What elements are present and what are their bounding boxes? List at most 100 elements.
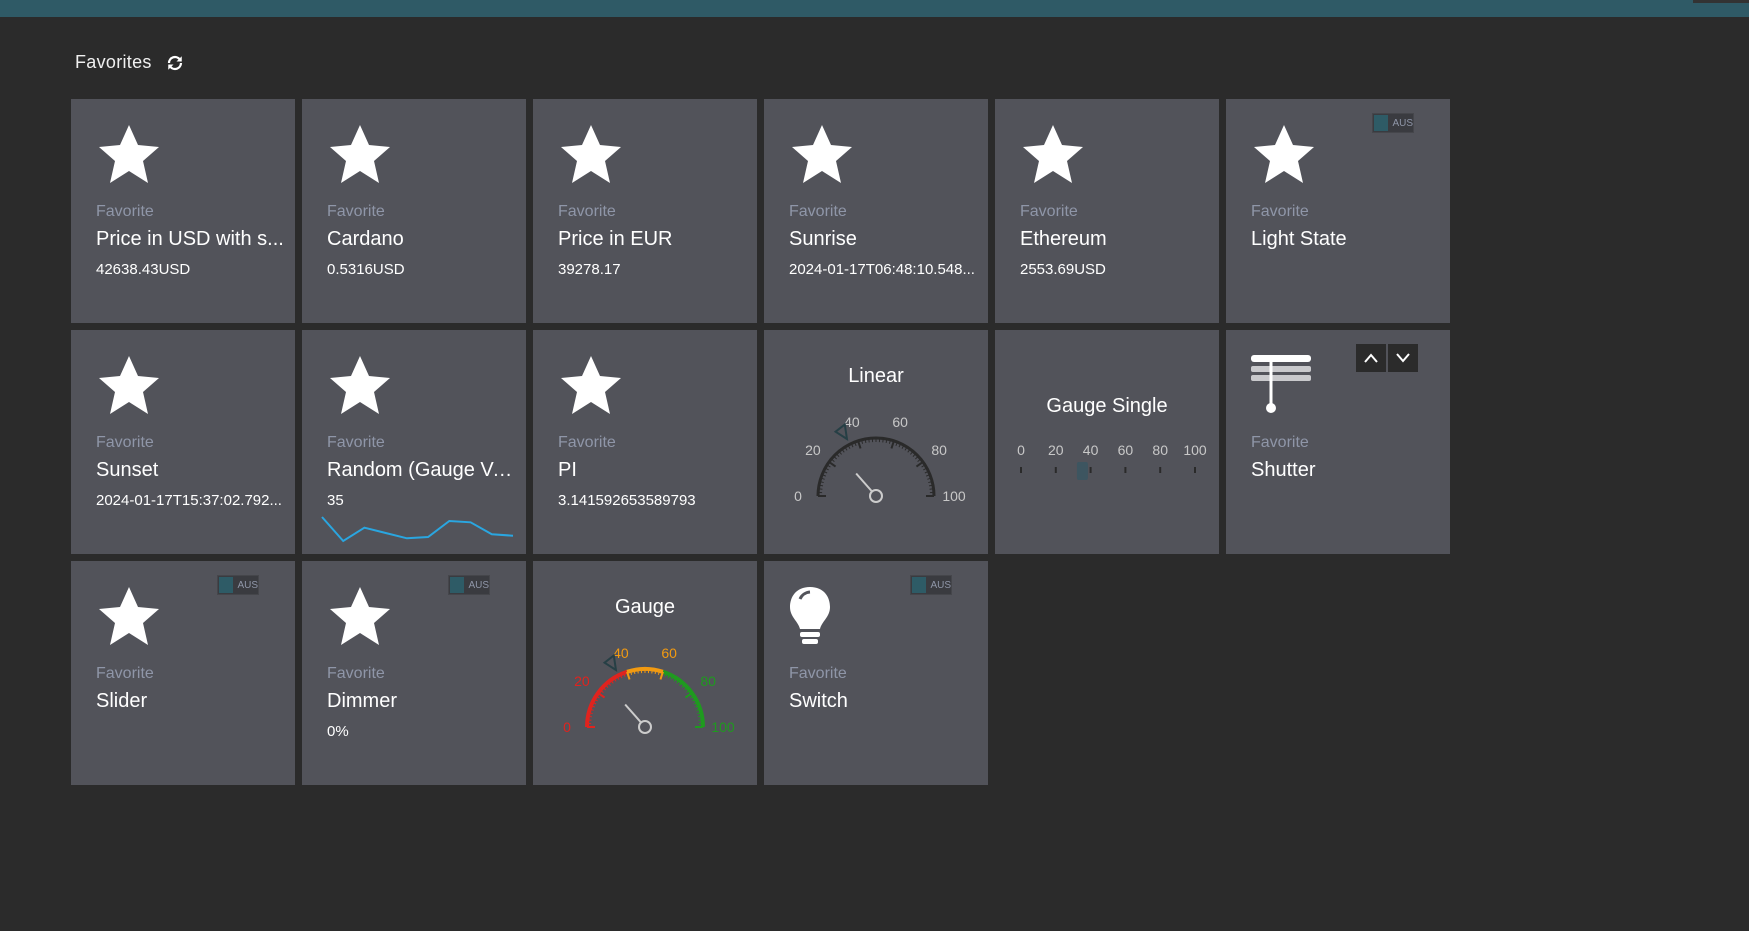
single-scale-gauge: 0 20 40 60 80 100 <box>1017 442 1207 480</box>
star-icon <box>99 587 159 645</box>
chevron-up-icon <box>1364 353 1378 363</box>
tile-name: Price in EUR <box>558 228 673 250</box>
tile-gauge-single[interactable]: Gauge Single 0 20 40 60 80 100 <box>995 330 1219 554</box>
tile-linear-gauge[interactable]: Linear 0 20 40 60 80 100 <box>764 330 988 554</box>
shutter-down-button[interactable] <box>1388 344 1418 372</box>
scale-tick-label: 60 <box>1118 442 1134 458</box>
gauge-arc <box>816 436 936 497</box>
scale-tick-label: 80 <box>1152 442 1168 458</box>
tile-kind: Favorite <box>327 434 385 451</box>
gauge-arc-low <box>585 669 628 728</box>
lightbulb-icon <box>790 587 830 644</box>
tile-name: Price in USD with s... <box>96 228 284 250</box>
favorites-header: Favorites <box>75 52 184 73</box>
tile-name: Switch <box>789 690 848 712</box>
tile-dimmer[interactable]: AUS Favorite Dimmer 0% <box>302 561 526 785</box>
tile-slider[interactable]: AUS Favorite Slider <box>71 561 295 785</box>
tile-value: 0.5316USD <box>327 261 405 278</box>
tile-name: Dimmer <box>327 690 397 712</box>
scale-tick-label: 100 <box>1183 442 1207 458</box>
tile-value: 0% <box>327 723 349 740</box>
gauge-tick-label: 80 <box>700 673 716 689</box>
gauge-tick-label: 40 <box>613 645 629 661</box>
tile-color-gauge[interactable]: Gauge 0 20 40 60 80 100 <box>533 561 757 785</box>
shutter-icon <box>1251 355 1311 413</box>
gauge-hub <box>638 720 652 734</box>
star-icon <box>99 125 159 183</box>
star-icon <box>1254 125 1314 183</box>
sparkline-line <box>321 516 514 543</box>
toggle-switch[interactable]: AUS <box>448 575 490 595</box>
sparkline-chart <box>321 516 514 543</box>
toggle-knob <box>450 577 465 593</box>
tile-value: 39278.17 <box>558 261 621 278</box>
toggle-label: AUS <box>468 579 489 591</box>
gauge-tick-label: 100 <box>942 488 966 504</box>
toggle-switch[interactable]: AUS <box>217 575 259 595</box>
gauge-tick <box>929 488 934 490</box>
gauge-tick-label: 60 <box>661 645 677 661</box>
tile-random[interactable]: Favorite Random (Gauge Va... 35 <box>302 330 526 554</box>
toggle-label: AUS <box>237 579 258 591</box>
star-icon <box>561 356 621 414</box>
tile-kind: Favorite <box>327 203 385 220</box>
tile-kind: Favorite <box>789 665 847 682</box>
tile-name: Sunrise <box>789 228 857 250</box>
tile-name: PI <box>558 459 577 481</box>
tile-cardano[interactable]: Favorite Cardano 0.5316USD <box>302 99 526 323</box>
shutter-up-button[interactable] <box>1356 344 1386 372</box>
tile-name: Light State <box>1251 228 1347 250</box>
tile-name: Ethereum <box>1020 228 1107 250</box>
tile-kind: Favorite <box>96 434 154 451</box>
tile-kind: Favorite <box>1251 434 1309 451</box>
tile-pi[interactable]: Favorite PI 3.141592653589793 <box>533 330 757 554</box>
toggle-knob <box>219 577 234 593</box>
tile-name: Random (Gauge Va... <box>327 459 519 481</box>
toggle-label: AUS <box>1392 117 1413 129</box>
gauge-tick <box>828 461 837 468</box>
tile-kind: Favorite <box>558 203 616 220</box>
top-bar <box>0 0 1749 17</box>
color-gauge: 0 20 40 60 80 100 <box>563 645 735 735</box>
gauge-marker <box>602 653 618 673</box>
tile-price-usd[interactable]: Favorite Price in USD with s... 42638.43… <box>71 99 295 323</box>
chevron-down-icon <box>1396 353 1410 363</box>
tile-kind: Favorite <box>1020 203 1078 220</box>
gauge-tick-label: 0 <box>794 488 802 504</box>
tile-sunrise[interactable]: Favorite Sunrise 2024-01-17T06:48:10.548… <box>764 99 988 323</box>
tile-sunset[interactable]: Favorite Sunset 2024-01-17T15:37:02.792.… <box>71 330 295 554</box>
gauge-tick-label: 80 <box>931 442 947 458</box>
gauge-tick-label: 20 <box>805 442 821 458</box>
gauge-tick-label: 0 <box>563 719 571 735</box>
toggle-switch[interactable]: AUS <box>1372 113 1414 133</box>
star-icon <box>330 587 390 645</box>
star-icon <box>99 356 159 414</box>
tile-kind: Favorite <box>327 665 385 682</box>
gauge-marker <box>833 422 849 442</box>
gauge-tick <box>587 719 592 721</box>
gauge-tick <box>882 438 884 443</box>
tile-light-state[interactable]: AUS Favorite Light State <box>1226 99 1450 323</box>
tile-shutter[interactable]: Favorite Shutter <box>1226 330 1450 554</box>
gauge-hub <box>869 489 883 503</box>
star-icon <box>1023 125 1083 183</box>
tile-value: 2024-01-17T06:48:10.548... <box>789 261 975 278</box>
scale-tick-label: 0 <box>1017 442 1025 458</box>
top-bar-corner <box>1693 0 1749 3</box>
tile-kind: Favorite <box>96 203 154 220</box>
tile-switch[interactable]: AUS Favorite Switch <box>764 561 988 785</box>
gauge-tick <box>818 488 823 490</box>
star-icon <box>792 125 852 183</box>
gauge-tick <box>698 719 703 721</box>
refresh-icon[interactable] <box>166 54 184 72</box>
tile-ethereum[interactable]: Favorite Ethereum 2553.69USD <box>995 99 1219 323</box>
tile-price-eur[interactable]: Favorite Price in EUR 39278.17 <box>533 99 757 323</box>
gauge-tick-label: 40 <box>844 414 860 430</box>
toggle-switch[interactable]: AUS <box>910 575 952 595</box>
page-title: Favorites <box>75 52 152 72</box>
tile-value: 42638.43USD <box>96 261 191 278</box>
tile-kind: Favorite <box>558 434 616 451</box>
tile-value: 35 <box>327 492 344 509</box>
star-icon <box>330 356 390 414</box>
tile-value: 2024-01-17T15:37:02.792... <box>96 492 282 509</box>
